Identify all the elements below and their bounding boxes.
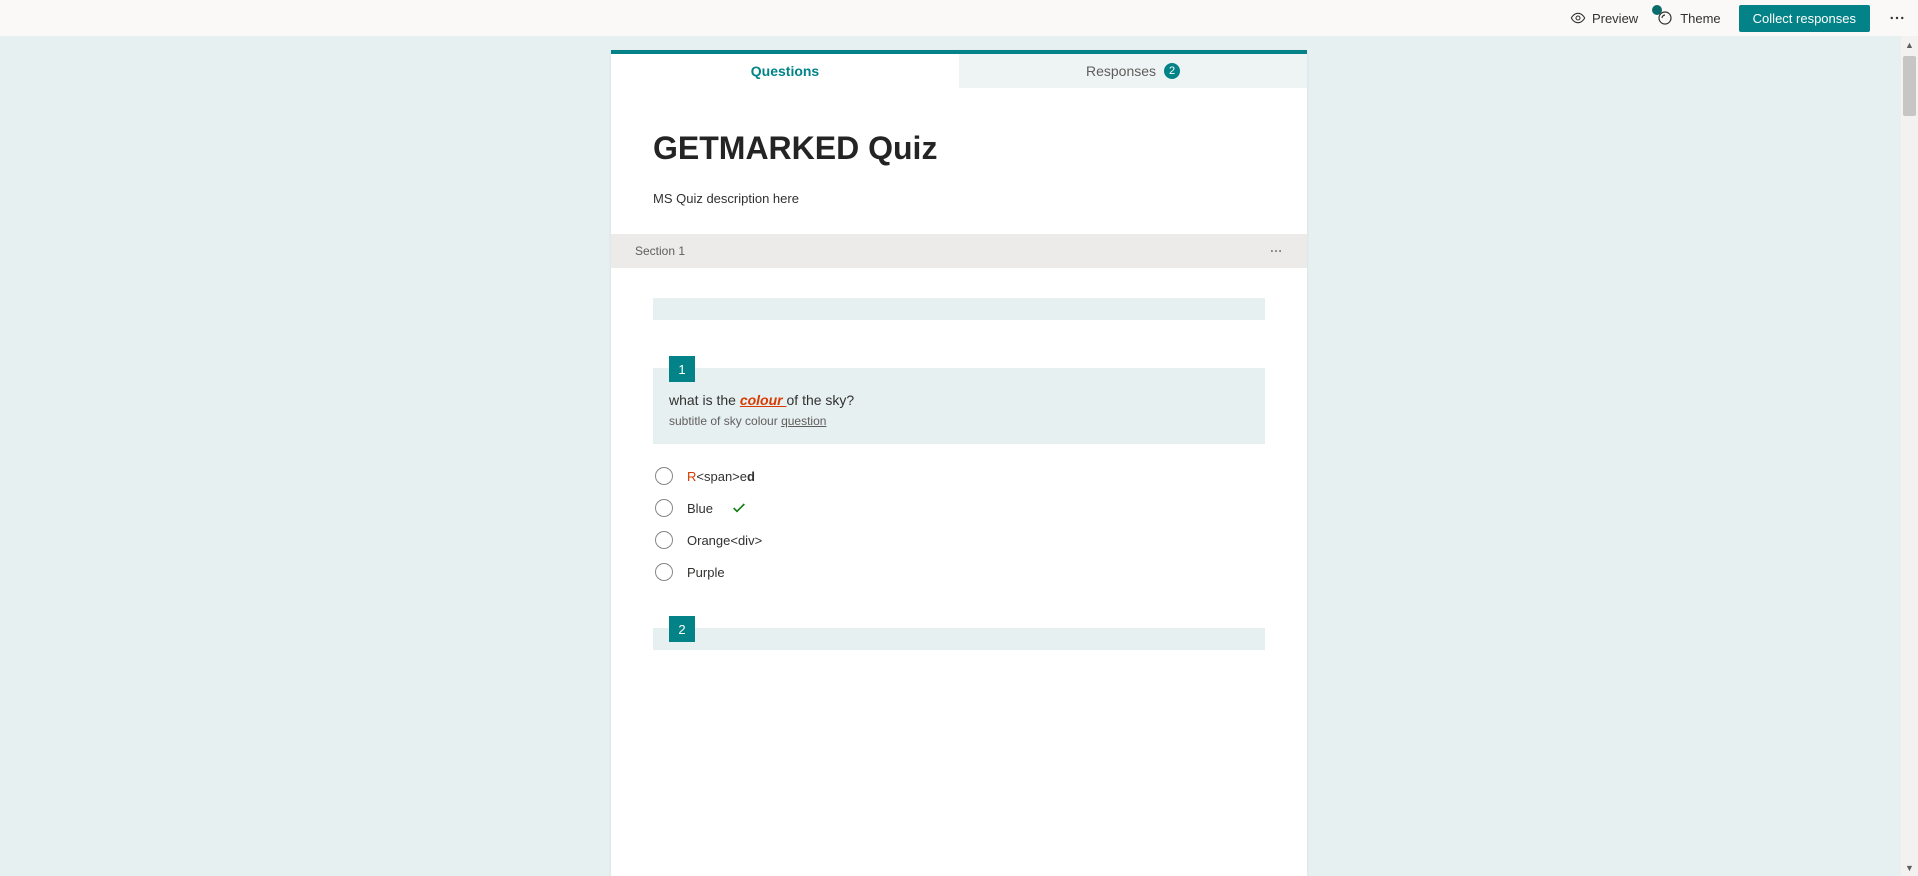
topbar: Preview Theme Collect responses [0, 0, 1918, 36]
theme-icon [1656, 9, 1674, 27]
section-bar: Section 1 [611, 234, 1307, 268]
tab-responses-label: Responses [1086, 63, 1156, 79]
eye-icon [1570, 10, 1586, 26]
question-1-subtitle[interactable]: subtitle of sky colour question [669, 414, 1249, 428]
form-description[interactable]: MS Quiz description here [653, 191, 1265, 206]
responses-count-badge: 2 [1164, 63, 1180, 79]
scroll-down-icon[interactable]: ▼ [1901, 859, 1918, 876]
scroll-up-icon[interactable]: ▲ [1901, 36, 1918, 53]
option-4[interactable]: Purple [653, 556, 1265, 588]
collect-responses-button[interactable]: Collect responses [1739, 5, 1870, 32]
radio-icon[interactable] [655, 531, 673, 549]
content-area: 1 what is the colour of the sky? subtitl… [611, 268, 1307, 650]
preview-label: Preview [1592, 11, 1638, 26]
question-1-header: 1 what is the colour of the sky? subtitl… [653, 368, 1265, 444]
question-2-header: 2 [653, 628, 1265, 650]
radio-icon[interactable] [655, 499, 673, 517]
option-2[interactable]: Blue [653, 492, 1265, 524]
page-body: Questions Responses 2 GETMARKED Quiz MS … [0, 36, 1918, 876]
question-number-badge: 1 [669, 356, 695, 382]
tab-questions[interactable]: Questions [611, 54, 959, 88]
option-1[interactable]: R<span>ed [653, 460, 1265, 492]
opt1-bold: d [747, 469, 755, 484]
preview-button[interactable]: Preview [1570, 10, 1638, 26]
radio-icon[interactable] [655, 467, 673, 485]
q1-title-prefix: what is the [669, 392, 740, 408]
tabs-bar: Questions Responses 2 [611, 50, 1307, 88]
radio-icon[interactable] [655, 563, 673, 581]
scroll-thumb[interactable] [1903, 56, 1916, 116]
more-options-icon[interactable] [1888, 9, 1906, 27]
option-4-text: Purple [687, 565, 725, 580]
q1-subtitle-prefix: subtitle of sky colour [669, 414, 781, 428]
question-2[interactable]: 2 [653, 628, 1265, 650]
theme-button[interactable]: Theme [1656, 9, 1720, 27]
question-1-title[interactable]: what is the colour of the sky? [669, 392, 1249, 408]
option-3[interactable]: Orange<div> [653, 524, 1265, 556]
q1-title-suffix: of the sky? [787, 392, 855, 408]
option-3-text: Orange<div> [687, 533, 762, 548]
opt1-mid: <span>e [696, 469, 747, 484]
tab-questions-label: Questions [751, 63, 819, 79]
q1-subtitle-underline: question [781, 414, 826, 428]
check-icon [731, 500, 747, 516]
question-number-badge: 2 [669, 616, 695, 642]
option-2-text: Blue [687, 501, 713, 516]
form-title[interactable]: GETMARKED Quiz [653, 130, 1265, 167]
form-header: GETMARKED Quiz MS Quiz description here [611, 88, 1307, 234]
opt1-r: R [687, 469, 696, 484]
section-more-icon[interactable] [1269, 244, 1283, 258]
question-1[interactable]: 1 what is the colour of the sky? subtitl… [653, 368, 1265, 588]
theme-label: Theme [1680, 11, 1720, 26]
option-1-text: R<span>ed [687, 469, 755, 484]
form-container: Questions Responses 2 GETMARKED Quiz MS … [611, 50, 1307, 876]
section-label: Section 1 [635, 244, 685, 258]
tab-responses[interactable]: Responses 2 [959, 54, 1307, 88]
question-1-options: R<span>ed Blue Orange<div> Purple [653, 444, 1265, 588]
vertical-scrollbar[interactable]: ▲ ▼ [1901, 36, 1918, 876]
placeholder-bar[interactable] [653, 298, 1265, 320]
q1-colour-word: colour [740, 392, 787, 408]
